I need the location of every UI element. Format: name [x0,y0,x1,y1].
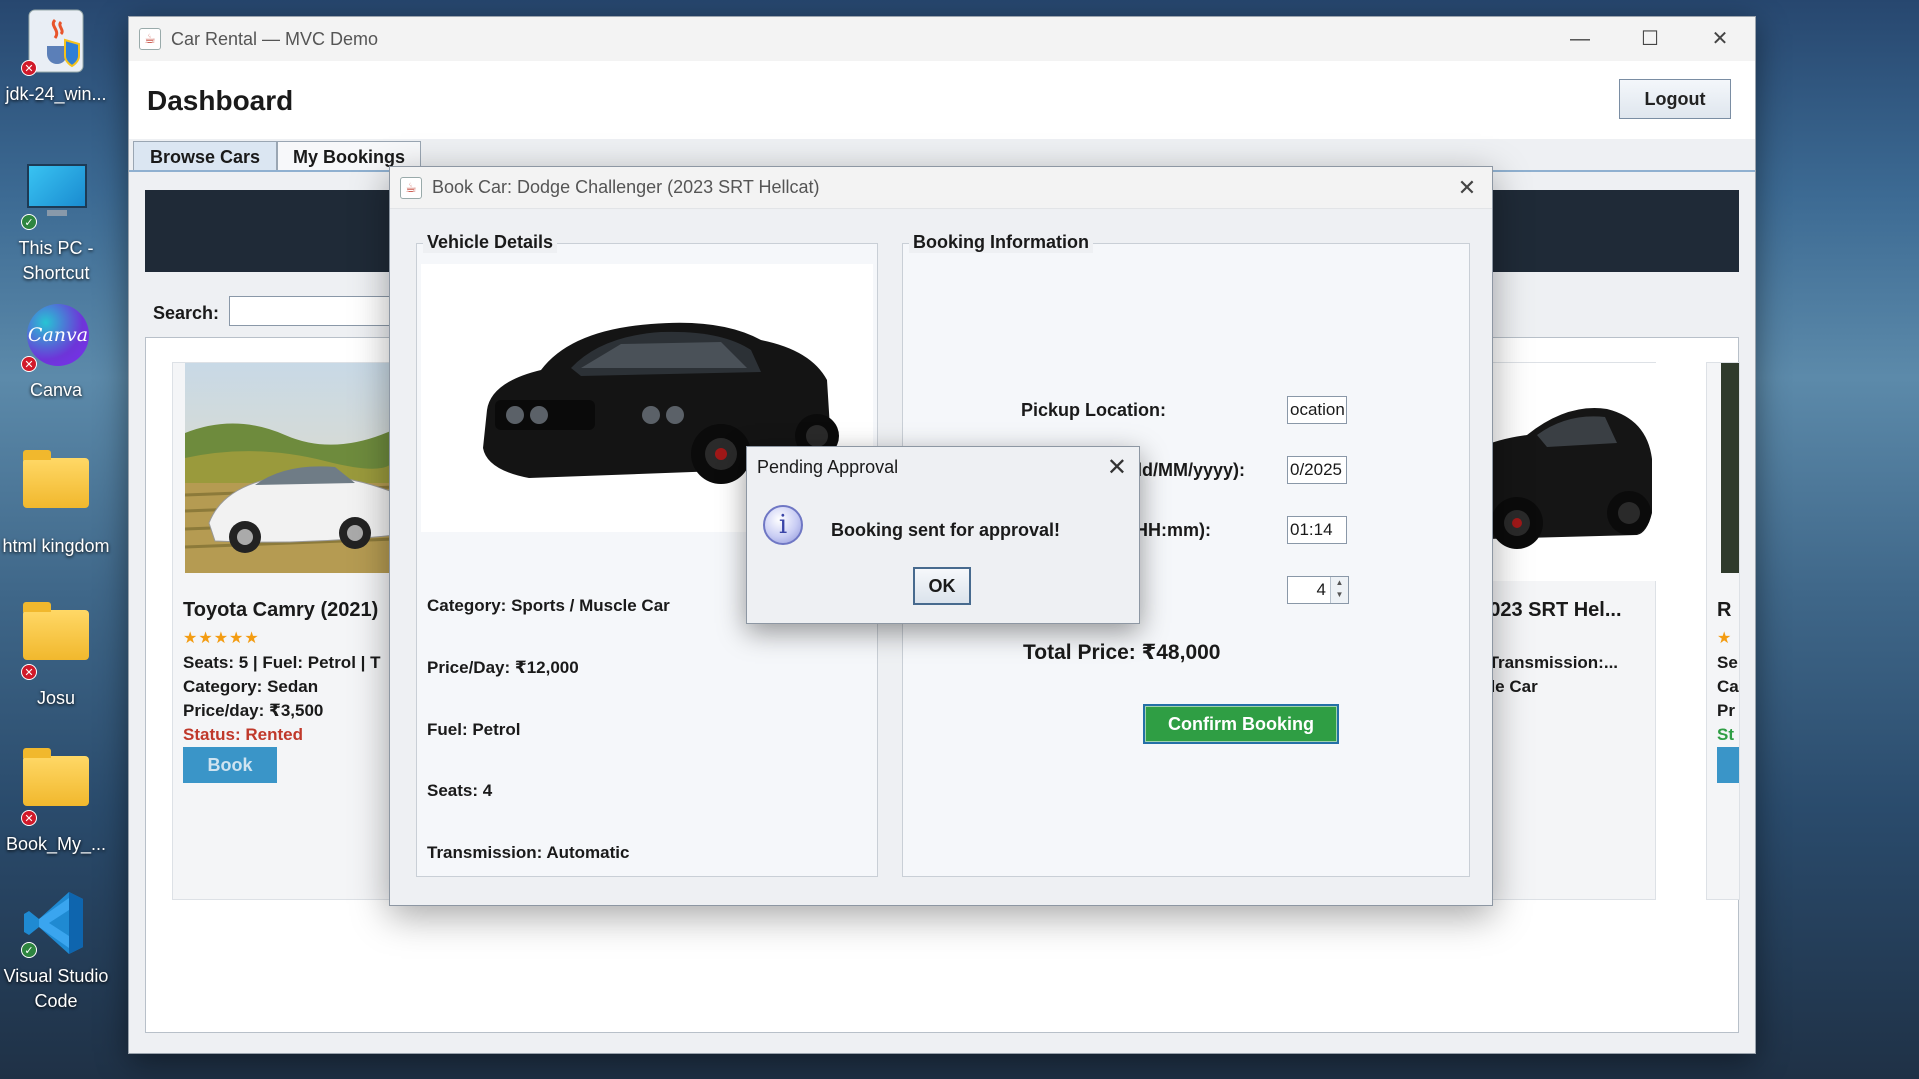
rating-stars: ★ [1717,630,1733,647]
status-badge: Status: Rented [183,725,303,744]
vscode-logo-icon: ✓ [21,888,91,958]
pending-close-button[interactable]: ✕ [1107,453,1127,482]
car-price: Pr [1717,701,1735,720]
vehicle-category: Category: Sports / Muscle Car [427,596,670,615]
car-title: R [1717,599,1732,621]
confirm-booking-button[interactable]: Confirm Booking [1143,704,1339,744]
error-badge-icon: ✕ [21,60,37,76]
java-app-icon: ☕ [139,28,161,50]
stepper-arrows-icon[interactable]: ▲ ▼ [1330,577,1348,603]
desktop-icon-label: This PC - Shortcut [18,238,94,283]
car-card-partial: R ★ Se Ca Pr St [1706,362,1740,900]
desktop-icon-label: Canva [29,380,83,400]
rental-days-stepper[interactable]: 4 ▲ ▼ [1287,576,1349,604]
info-icon: i [763,505,803,545]
desktop-icon-label: html kingdom [2,536,110,556]
dialog-title: Book Car: Dodge Challenger (2023 SRT Hel… [432,177,820,197]
desktop-icon-label: jdk-24_win... [5,84,107,104]
monitor-icon: ✓ [21,160,91,230]
window-title: Car Rental — MVC Demo [171,28,379,49]
close-button[interactable]: ✕ [1685,17,1755,61]
desktop-icon-label: Book_My_... [5,834,107,854]
error-badge-icon: ✕ [21,810,37,826]
html-kingdom-desktop-icon[interactable]: html kingdom [0,446,112,559]
minimize-button[interactable]: — [1545,17,1615,61]
vscode-desktop-icon[interactable]: ✓ Visual Studio Code [0,888,112,1014]
java-app-icon: ☕ [400,176,422,199]
vehicle-fuel: Fuel: Petrol [427,720,521,739]
car-image [1721,363,1739,573]
ok-button[interactable]: OK [913,567,971,605]
pickup-time-field[interactable]: 01:14 [1287,516,1347,544]
jdk-desktop-icon[interactable]: ✕ jdk-24_win... [0,6,112,107]
car-specs: Se [1717,653,1738,672]
booking-info-legend: Booking Information [909,232,1093,253]
this-pc-desktop-icon[interactable]: ✓ This PC - Shortcut [0,160,112,286]
error-badge-icon: ✕ [21,356,37,372]
pickup-time-label: HH:mm): [1135,520,1211,540]
error-badge-icon: ✕ [21,664,37,680]
pickup-date-field[interactable]: 0/2025 [1287,456,1347,484]
desktop-icon-label: Visual Studio Code [3,966,109,1011]
vehicle-transmission: Transmission: Automatic [427,843,630,862]
car-category: Category: Sedan [183,677,319,696]
vehicle-seats: Seats: 4 [427,781,493,800]
pickup-location-label: Pickup Location: [1021,400,1167,420]
rental-days-value: 4 [1316,580,1326,599]
car-title: Toyota Camry (2021) [183,599,379,621]
car-image [185,363,395,573]
sync-ok-badge-icon: ✓ [21,942,37,958]
sync-ok-badge-icon: ✓ [21,214,37,230]
pending-message: Booking sent for approval! [831,520,1061,540]
page-title: Dashboard [147,85,294,116]
dialog-titlebar[interactable]: ☕ Book Car: Dodge Challenger (2023 SRT H… [390,167,1492,209]
car-specs: Seats: 5 | Fuel: Petrol | T [183,653,381,672]
canva-logo-icon: Canva ✕ [21,302,91,372]
folder-icon: ✕ [21,602,91,680]
window-titlebar[interactable]: ☕ Car Rental — MVC Demo — ☐ ✕ [129,17,1755,61]
canva-desktop-icon[interactable]: Canva ✕ Canva [0,302,112,403]
search-label: Search: [153,303,220,323]
book-button[interactable] [1717,747,1739,783]
maximize-button[interactable]: ☐ [1615,17,1685,61]
status-badge: St [1717,725,1734,744]
pickup-date-label: dd/MM/yyyy): [1131,460,1246,480]
desktop-icon-label: Josu [36,688,76,708]
vehicle-details-legend: Vehicle Details [423,232,558,253]
folder-icon [21,450,91,528]
book-my-desktop-icon[interactable]: ✕ Book_My_... [0,744,112,857]
tab-browse-cars[interactable]: Browse Cars [133,141,277,171]
vehicle-price: Price/Day: ₹12,000 [427,658,579,677]
folder-icon: ✕ [21,748,91,826]
pending-approval-dialog: Pending Approval ✕ i Booking sent for ap… [746,446,1140,624]
car-card-camry: Toyota Camry (2021) ★★★★★ Seats: 5 | Fue… [172,362,395,900]
josu-desktop-icon[interactable]: ✕ Josu [0,598,112,711]
pending-dialog-title: Pending Approval [757,457,899,477]
rating-stars: ★★★★★ [183,630,260,647]
car-category: Ca [1717,677,1739,696]
pickup-location-field[interactable]: ocation [1287,396,1347,424]
book-button[interactable]: Book [183,747,277,783]
car-price: Price/day: ₹3,500 [183,701,324,720]
java-icon: ✕ [21,6,91,76]
dialog-close-button[interactable]: ✕ [1442,175,1492,201]
logout-button[interactable]: Logout [1619,79,1731,119]
total-price: Total Price: ₹48,000 [1023,641,1221,664]
